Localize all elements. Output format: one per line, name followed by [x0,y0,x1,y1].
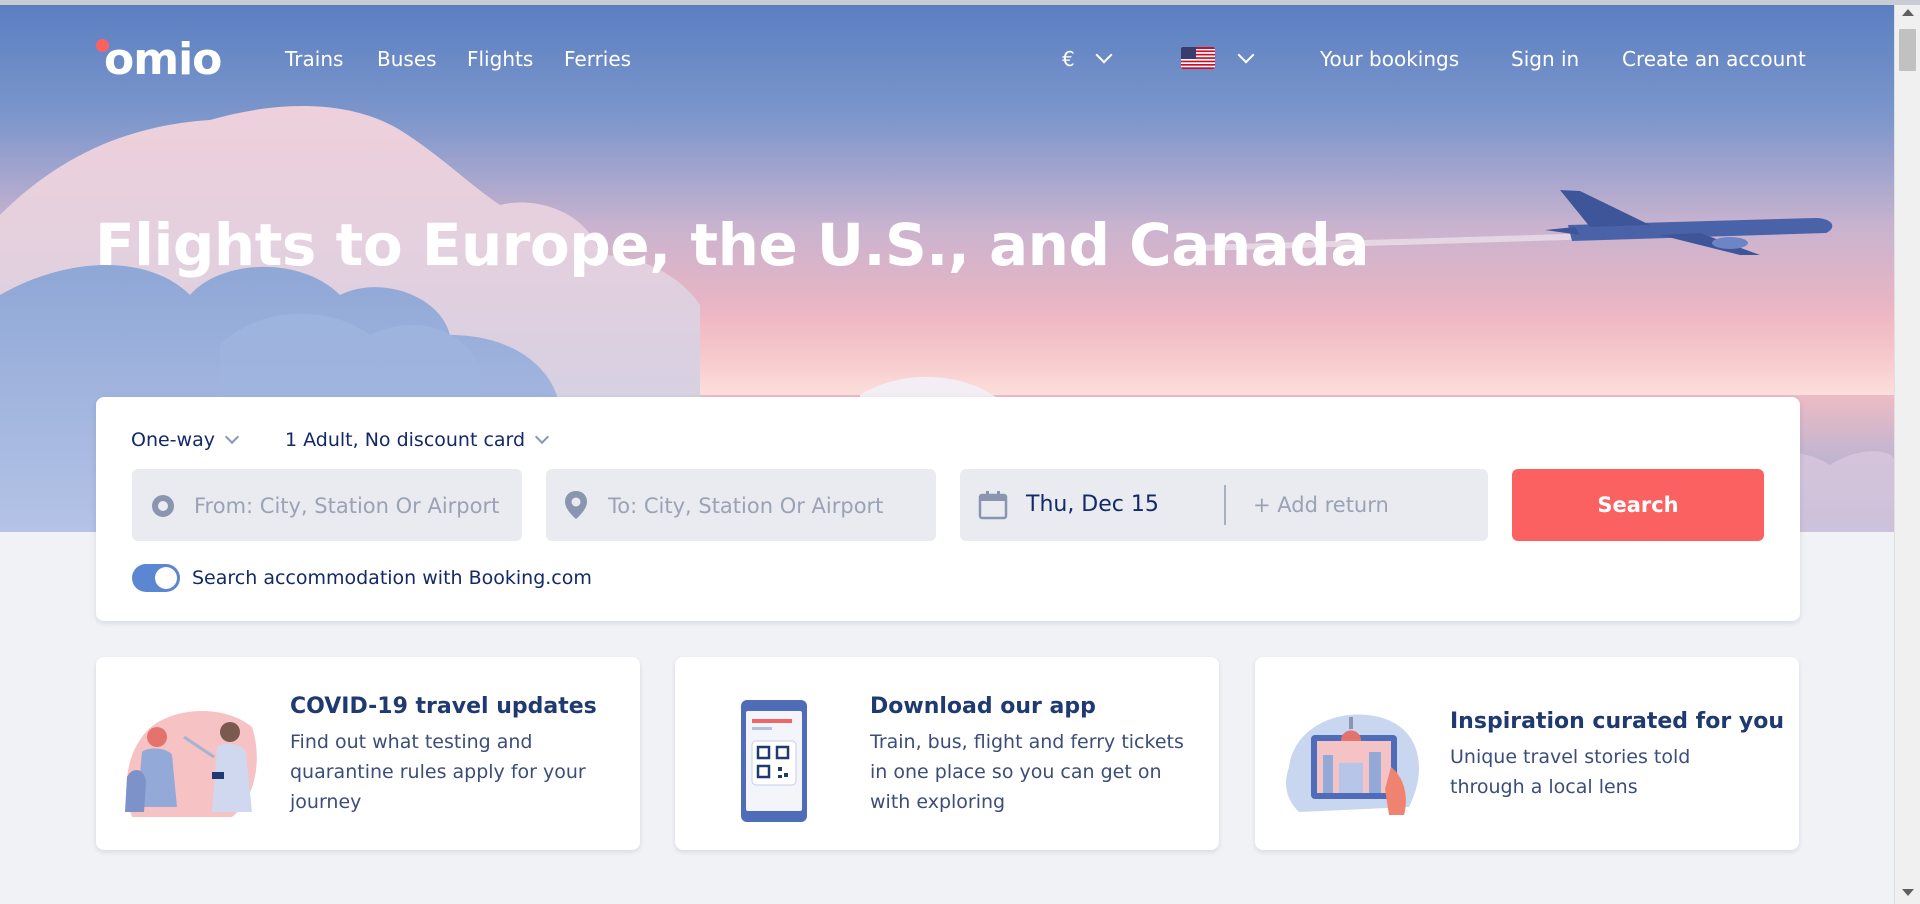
origin-circle-icon [152,495,174,517]
passengers-label: 1 Adult, No discount card [285,429,526,451]
to-field[interactable] [546,469,936,541]
card-title: COVID-19 travel updates [290,694,597,719]
card-description: Find out what testing and quarantine rul… [290,731,586,813]
trip-type-label: One-way [131,429,215,451]
omio-logo[interactable]: omio [96,35,246,85]
trip-type-chevron-down-icon [224,429,240,445]
passengers-selector[interactable]: 1 Adult, No discount card [285,428,550,452]
nav-buses[interactable]: Buses [377,46,437,72]
create-account-link[interactable]: Create an account [1622,46,1806,72]
airplane-icon [1545,190,1833,255]
card-description: Unique travel stories told through a loc… [1450,746,1691,798]
destination-pin-icon [565,491,587,519]
search-button[interactable]: Search [1512,469,1764,541]
date-divider [1224,485,1226,525]
nav-flights[interactable]: Flights [467,46,533,72]
from-field[interactable] [132,469,522,541]
card-title: Download our app [870,694,1096,719]
covid-updates-card[interactable]: COVID-19 travel updates Find out what te… [96,657,640,850]
calendar-icon [978,491,1008,520]
currency-selector[interactable]: € [1062,46,1075,72]
nav-ferries[interactable]: Ferries [564,46,631,72]
from-input[interactable] [192,469,508,541]
scrollbar-thumb[interactable] [1899,29,1916,71]
hero-title: Flights to Europe, the U.S., and Canada [95,211,1369,279]
download-app-card[interactable]: Download our app Train, bus, flight and … [675,657,1219,850]
scroll-down-arrow-icon[interactable] [1902,889,1914,896]
phone-qr-icon [741,700,807,822]
us-flag-icon[interactable] [1181,47,1215,69]
nav-trains[interactable]: Trains [285,46,343,72]
sign-in-link[interactable]: Sign in [1511,46,1579,72]
passengers-chevron-down-icon [535,429,550,445]
trip-type-selector[interactable]: One-way [131,428,240,452]
page-scrollbar[interactable] [1894,5,1920,904]
to-input[interactable] [606,469,928,541]
date-field[interactable]: Thu, Dec 15 + Add return [960,469,1488,541]
search-panel: One-way 1 Adult, No discount card Thu, D… [96,397,1800,621]
covid-testing-illustration [125,710,257,817]
city-tablet-illustration [1286,714,1419,815]
scroll-up-arrow-icon[interactable] [1902,9,1914,16]
card-description: Train, bus, flight and ferry tickets in … [870,731,1184,813]
accommodation-toggle-label: Search accommodation with Booking.com [192,567,592,589]
logo-wordmark: omio [104,34,222,85]
toggle-knob [155,567,177,589]
inspiration-card[interactable]: Inspiration curated for you Unique trave… [1255,657,1799,850]
accommodation-toggle[interactable] [132,564,180,592]
departure-date[interactable]: Thu, Dec 15 [1026,492,1159,518]
card-title: Inspiration curated for you [1450,709,1784,734]
your-bookings-link[interactable]: Your bookings [1320,46,1459,72]
add-return-button[interactable]: + Add return [1253,492,1389,518]
